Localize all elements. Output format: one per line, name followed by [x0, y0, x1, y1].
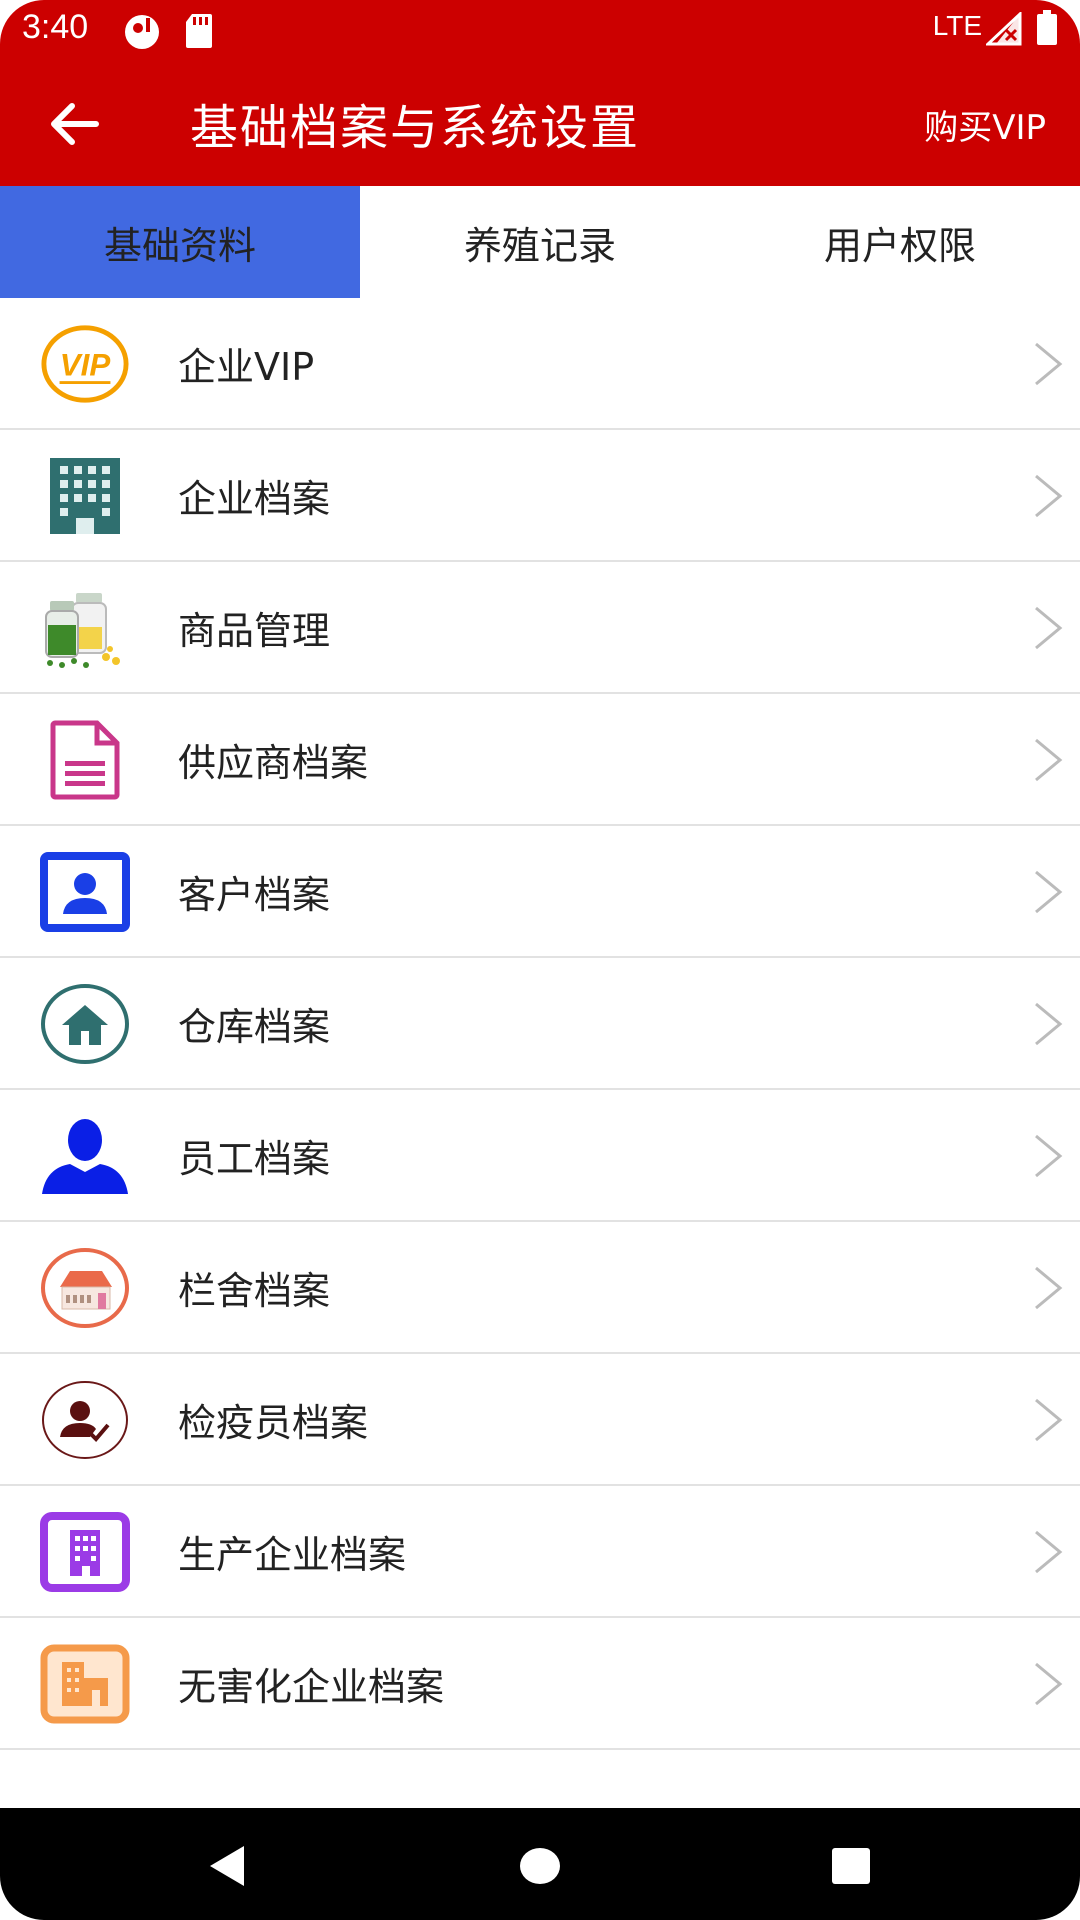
tab-bar: 基础资料 养殖记录 用户权限 [0, 186, 1080, 298]
list-item-enterprise-file[interactable]: 企业档案 [0, 430, 1080, 562]
list-item-label: 企业档案 [178, 476, 331, 521]
list-item-employee-file[interactable]: 员工档案 [0, 1090, 1080, 1222]
signal-icon [986, 12, 1022, 46]
list-item-warehouse-file[interactable]: 仓库档案 [0, 958, 1080, 1090]
list-item-customer-file[interactable]: 客户档案 [0, 826, 1080, 958]
list-item-label: 检疫员档案 [178, 1400, 369, 1445]
list-item-pen-file[interactable]: 栏舍档案 [0, 1222, 1080, 1354]
list-item-label: 无害化企业档案 [178, 1664, 445, 1709]
settings-list: VIP 企业VIP 企业档案 商品管理 供应商档案 客户档案 仓库档案 员工档案… [0, 298, 1080, 1750]
page-title: 基础档案与系统设置 [190, 100, 641, 156]
list-item-supplier-file[interactable]: 供应商档案 [0, 694, 1080, 826]
arrow-left-icon[interactable] [46, 96, 102, 152]
list-item-label: 客户档案 [178, 872, 331, 917]
list-item-harmless-enterprise-file[interactable]: 无害化企业档案 [0, 1618, 1080, 1750]
screen: 3:40 LTE 基础档案与系统设置 购买VIP 基础资料 养殖记录 用户权限 … [0, 0, 1080, 1920]
list-item-label: 商品管理 [178, 608, 331, 653]
recents-square-icon[interactable] [820, 1838, 880, 1894]
back-triangle-icon[interactable] [200, 1838, 260, 1894]
svg-text:VIP: VIP [60, 348, 111, 383]
chevron-right-icon [1035, 606, 1063, 650]
document-icon [40, 719, 130, 801]
chevron-right-icon [1035, 1530, 1063, 1574]
warehouse-home-icon [40, 983, 130, 1065]
medicine-bottles-icon [40, 587, 130, 669]
list-item-label: 生产企业档案 [178, 1532, 407, 1577]
buy-vip-button[interactable]: 购买VIP [924, 100, 1046, 149]
sd-card-icon [186, 14, 212, 48]
person-icon [40, 1115, 130, 1197]
home-circle-icon[interactable] [510, 1838, 570, 1894]
factory-building-icon [40, 1511, 130, 1593]
list-item-label: 员工档案 [178, 1136, 331, 1181]
list-item-inspector-file[interactable]: 检疫员档案 [0, 1354, 1080, 1486]
inspector-check-icon [40, 1379, 130, 1461]
notification-icon [125, 15, 159, 49]
system-nav-bar [0, 1808, 1080, 1920]
chevron-right-icon [1035, 474, 1063, 518]
chevron-right-icon [1035, 1662, 1063, 1706]
chevron-right-icon [1035, 738, 1063, 782]
battery-icon [1037, 10, 1057, 45]
chevron-right-icon [1035, 1266, 1063, 1310]
contact-card-icon [40, 851, 130, 933]
list-item-product-management[interactable]: 商品管理 [0, 562, 1080, 694]
chevron-right-icon [1035, 1002, 1063, 1046]
tab-user-permissions[interactable]: 用户权限 [720, 186, 1080, 298]
tab-basic-info[interactable]: 基础资料 [0, 186, 360, 298]
barn-icon [40, 1247, 130, 1329]
vip-icon: VIP [40, 323, 130, 405]
chevron-right-icon [1035, 342, 1063, 386]
list-item-enterprise-vip[interactable]: VIP 企业VIP [0, 298, 1080, 430]
status-time: 3:40 [22, 8, 89, 46]
harmless-facility-icon [40, 1643, 130, 1725]
list-item-production-enterprise-file[interactable]: 生产企业档案 [0, 1486, 1080, 1618]
chevron-right-icon [1035, 870, 1063, 914]
chevron-right-icon [1035, 1398, 1063, 1442]
list-item-label: 栏舍档案 [178, 1268, 331, 1313]
app-bar: 3:40 LTE 基础档案与系统设置 购买VIP [0, 0, 1080, 186]
office-building-icon [40, 455, 130, 537]
network-type: LTE [932, 10, 982, 41]
list-item-label: 仓库档案 [178, 1004, 331, 1049]
tab-breeding-records[interactable]: 养殖记录 [360, 186, 720, 298]
list-item-label: 企业VIP [178, 344, 315, 389]
list-item-label: 供应商档案 [178, 740, 369, 785]
chevron-right-icon [1035, 1134, 1063, 1178]
